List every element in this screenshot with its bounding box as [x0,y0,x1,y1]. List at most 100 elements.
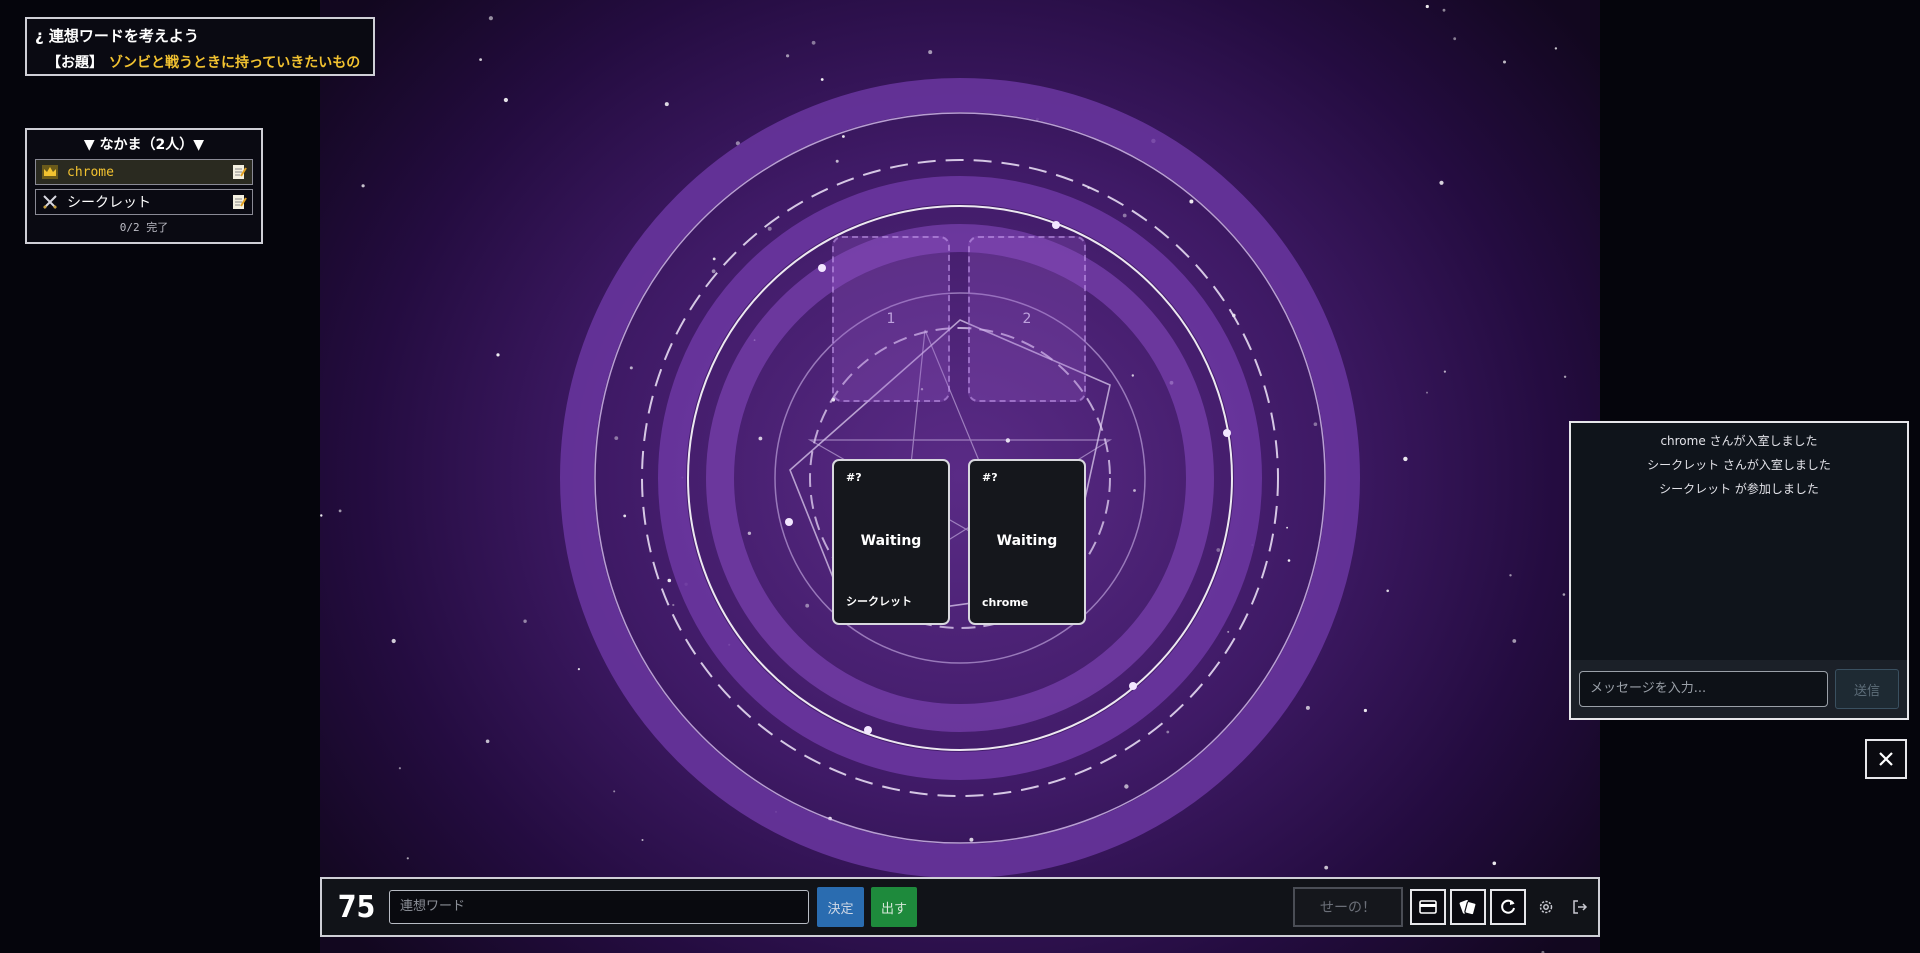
chat-message: シークレット が参加しました [1659,482,1819,496]
star [614,436,619,440]
chat-input-bar: メッセージを入力... 送信 [1571,660,1907,718]
seeno-button[interactable]: せーの！ [1293,887,1403,927]
star [835,159,839,163]
association-word-input[interactable]: 連想ワード [389,890,809,924]
star [811,40,816,45]
star [398,767,401,770]
close-chat-button[interactable] [1865,739,1907,779]
star [664,102,669,107]
chat-send-button[interactable]: 送信 [1835,669,1899,709]
chat-log[interactable]: chrome さんが入室しました シークレット さんが入室しました シークレット… [1571,423,1907,669]
star [1166,730,1170,734]
star [577,668,580,671]
card-owner: chrome [982,596,1029,609]
chat-message: chrome さんが入室しました [1660,434,1818,448]
player-card[interactable]: #? Waiting シークレット [832,459,950,625]
card-icon [1419,900,1437,914]
star [1425,4,1429,9]
star [712,257,716,261]
members-progress: 0/2 完了 [119,221,169,234]
star [1313,422,1318,427]
member-name: chrome [67,164,114,180]
cards-button[interactable] [1450,889,1486,925]
star [523,619,527,623]
star [1133,489,1136,492]
star [641,839,644,841]
countdown-timer: 75 [337,889,376,925]
star [1305,705,1310,710]
exit-button[interactable] [1564,889,1596,925]
chat-panel: chrome さんが入室しました シークレット さんが入室しました シークレット… [1569,421,1909,720]
chat-message: シークレット さんが入室しました [1647,458,1831,472]
star [1122,213,1127,218]
star [1509,574,1512,577]
star [820,78,824,81]
star [1554,47,1558,50]
star [1443,370,1446,373]
game-stage [320,0,1600,953]
star [1492,861,1497,866]
star [1189,199,1194,204]
star [1439,180,1444,185]
card-tag: #? [982,471,998,484]
card-owner: シークレット [846,595,912,608]
star [1426,391,1428,394]
card-status: Waiting [996,533,1058,549]
star [1503,60,1506,64]
star [503,97,508,103]
star [320,514,323,517]
memo-icon[interactable] [231,164,247,180]
star [406,857,409,860]
submit-button[interactable]: 出す [871,887,917,927]
chat-message-input[interactable]: メッセージを入力... [1579,671,1828,707]
topic-text: ゾンビと戦うときに持っていきたいもの [109,55,361,71]
crossed-swords-icon [41,193,59,211]
topic-title: ¿ 連想ワードを考えよう [35,27,199,45]
star [1453,37,1457,41]
star [1562,593,1566,596]
star [1363,708,1367,713]
star [623,514,627,518]
refresh-button[interactable] [1490,889,1526,925]
star [805,603,810,608]
star [786,54,790,58]
star [485,739,490,744]
star [1131,374,1134,377]
card-slot-2[interactable]: 2 [968,236,1086,402]
star [1403,456,1408,462]
members-header[interactable]: ▼ なかま（2人）▼ [35,134,253,154]
star [361,184,365,188]
slot-number: 2 [1022,311,1032,327]
magic-circle-background [320,4,1567,953]
player-card[interactable]: #? Waiting chrome [968,459,1086,625]
star [488,16,493,21]
star [711,269,716,274]
refresh-icon [1501,899,1515,914]
star [842,135,845,138]
star [672,603,675,607]
exit-icon [1573,900,1588,914]
memo-icon[interactable] [231,194,247,210]
star [1512,639,1517,643]
star [613,790,616,793]
cards-stack-icon [1459,900,1477,915]
star [1386,589,1389,593]
star [969,837,974,842]
card-slot-1[interactable]: 1 [832,236,950,402]
card-button[interactable] [1410,889,1446,925]
star [391,638,396,644]
star [747,531,752,535]
settings-button[interactable] [1530,889,1562,925]
crown-icon [41,163,59,181]
star [928,50,933,55]
member-row-chrome[interactable]: chrome [35,159,253,185]
card-tag: #? [846,471,862,484]
topic-prefix: 【お題】 [47,55,103,71]
star [629,366,633,370]
bottom-action-bar: 75 連想ワード 決定 出す せーの！ [320,877,1600,937]
card-status: Waiting [860,533,922,549]
star [1124,784,1129,789]
topic-panel: ¿ 連想ワードを考えよう 【お題】 ゾンビと戦うときに持っていきたいもの [25,17,375,76]
member-row-secret[interactable]: シークレット [35,189,253,215]
decide-button[interactable]: 決定 [817,887,864,927]
